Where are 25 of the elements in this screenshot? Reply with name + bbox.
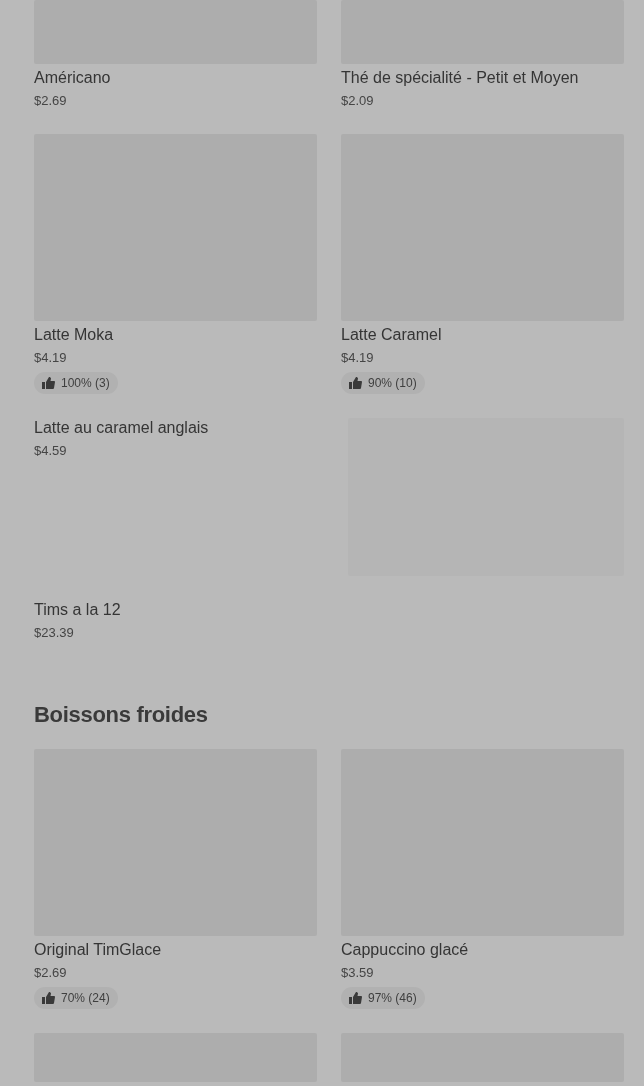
item-price: $4.59 — [34, 442, 67, 460]
item-price: $2.69 — [34, 92, 67, 110]
rating-text: 100% (3) — [61, 375, 110, 391]
item-name[interactable]: Thé de spécialité - Petit et Moyen — [341, 68, 579, 88]
item-price: $23.39 — [34, 624, 74, 642]
item-name[interactable]: Cappuccino glacé — [341, 940, 469, 960]
rating-text: 90% (10) — [368, 375, 417, 391]
rating-text: 97% (46) — [368, 990, 417, 1006]
item-name[interactable]: Original TimGlace — [34, 940, 162, 960]
item-name[interactable]: Tims a la 12 — [34, 600, 121, 620]
thumbs-up-icon — [349, 992, 362, 1004]
thumbs-up-icon — [349, 377, 362, 389]
thumbs-up-icon — [42, 377, 55, 389]
item-price: $4.19 — [34, 349, 67, 367]
section-heading: Boissons froides — [34, 702, 209, 728]
item-price: $2.69 — [34, 964, 67, 982]
item-name[interactable]: Latte Moka — [34, 325, 114, 345]
item-price: $3.59 — [341, 964, 374, 982]
item-name[interactable]: Américano — [34, 68, 111, 88]
item-price: $2.09 — [341, 92, 374, 110]
item-name[interactable]: Latte Caramel — [341, 325, 442, 345]
rating-text: 70% (24) — [61, 990, 110, 1006]
thumbs-up-icon — [42, 992, 55, 1004]
item-price: $4.19 — [341, 349, 374, 367]
item-name[interactable]: Latte au caramel anglais — [34, 418, 209, 438]
